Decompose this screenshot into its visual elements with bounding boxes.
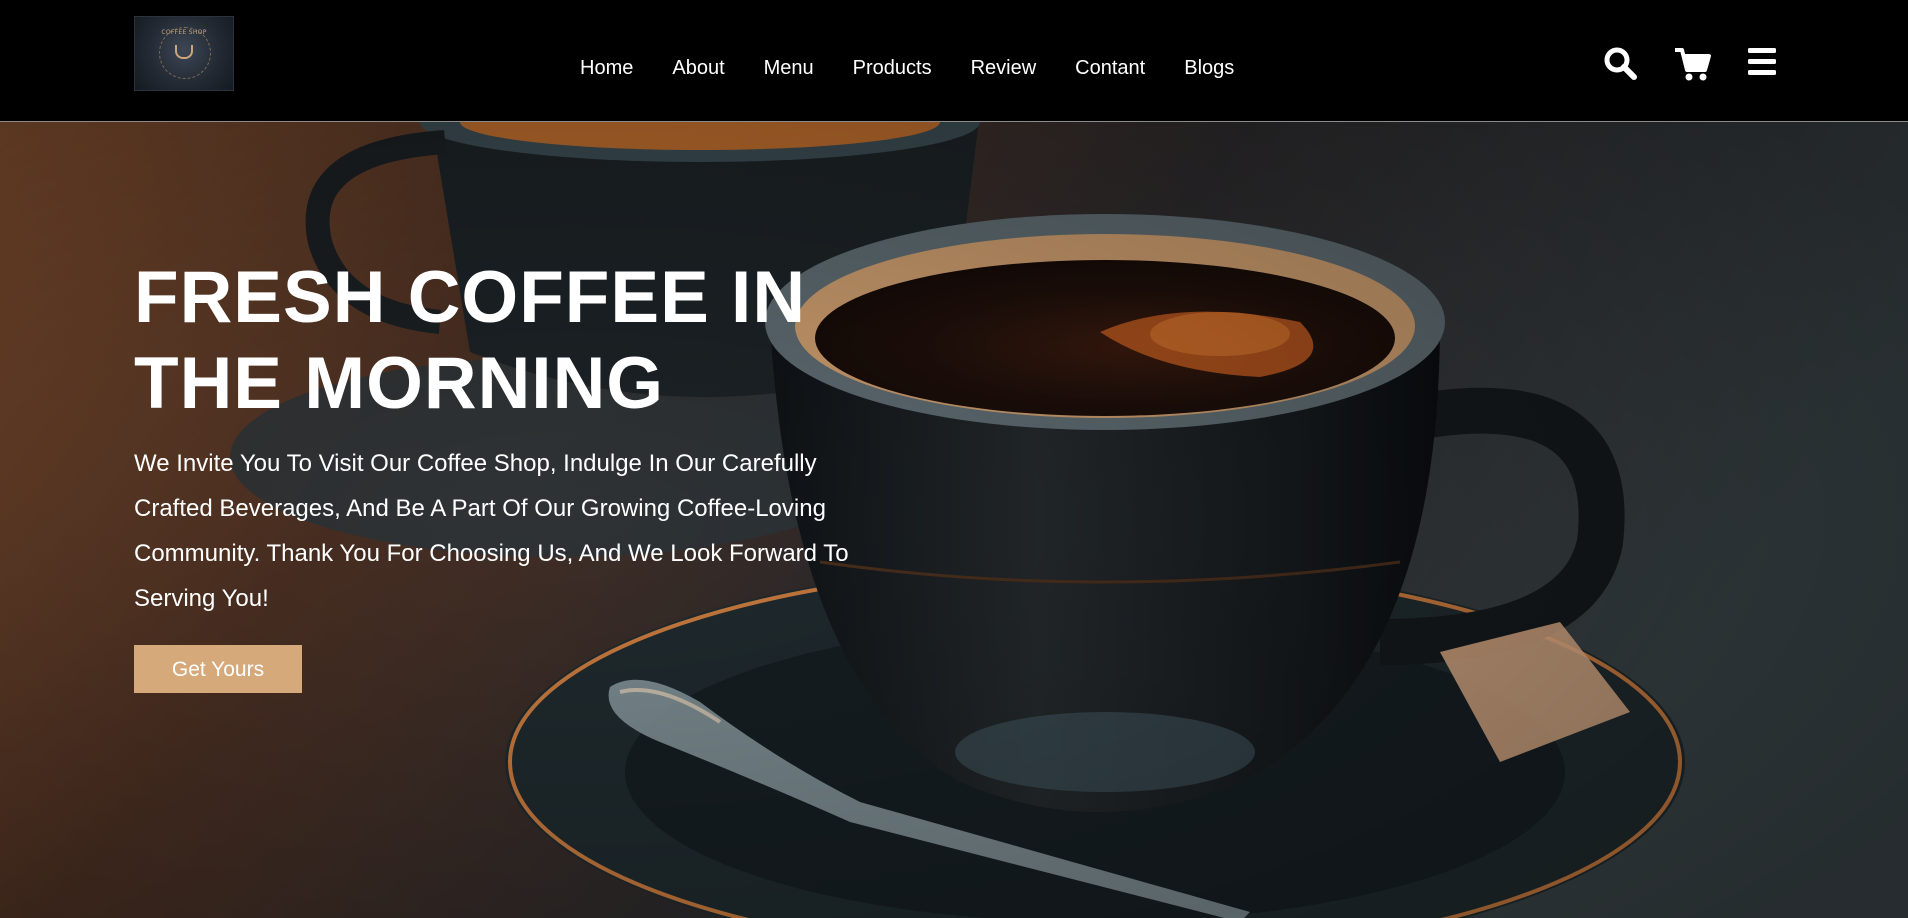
nav-link-blogs[interactable]: Blogs [1184,56,1234,80]
hero-description: We Invite You To Visit Our Coffee Shop, … [134,450,849,612]
hero-content: FRESH COFFEE IN THE MORNING We Invite Yo… [134,255,914,693]
hero-title: FRESH COFFEE IN THE MORNING [134,257,807,424]
nav-link-home[interactable]: Home [580,56,633,80]
nav-link-products[interactable]: Products [853,56,932,80]
brand-logo[interactable]: COFFEE SHOP [134,16,234,91]
hamburger-menu-icon[interactable] [1746,46,1782,82]
hero-section: FRESH COFFEE IN THE MORNING We Invite Yo… [0,122,1908,918]
nav-link-menu[interactable]: Menu [764,56,814,80]
logo-text: COFFEE SHOP [161,29,207,36]
search-icon[interactable] [1602,46,1638,82]
cart-icon[interactable] [1674,46,1711,82]
main-nav: Home About Menu Products Review Contant … [580,56,1273,80]
get-yours-button[interactable]: Get Yours [134,645,302,693]
nav-link-contant[interactable]: Contant [1075,56,1145,80]
nav-link-review[interactable]: Review [971,56,1037,80]
nav-link-about[interactable]: About [672,56,724,80]
navbar: COFFEE SHOP Home About Menu Products Rev… [0,0,1908,122]
coffee-cup-logo-icon [175,45,193,59]
